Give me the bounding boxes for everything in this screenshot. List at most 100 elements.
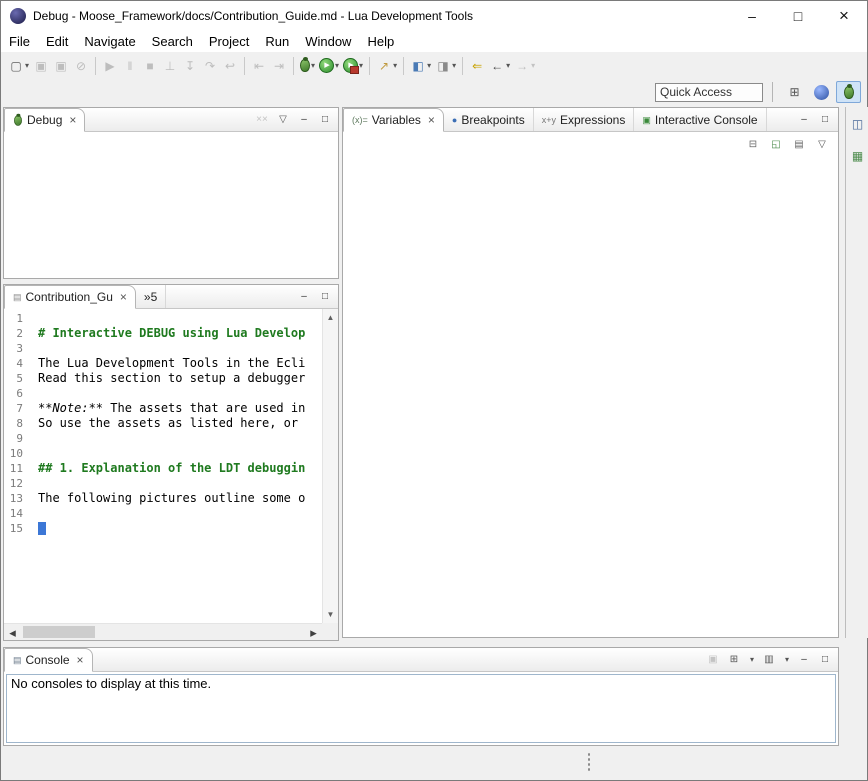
dropdown-arrow-icon[interactable]: ▾ bbox=[785, 655, 789, 664]
menu-help[interactable]: Help bbox=[359, 31, 402, 52]
new-lua-element-button[interactable]: ◧▾ bbox=[408, 55, 433, 77]
scroll-track[interactable] bbox=[21, 624, 305, 640]
scroll-right-icon[interactable]: ▸ bbox=[305, 625, 322, 640]
display-selected-console-button[interactable]: ▥ bbox=[763, 654, 775, 665]
remove-all-terminated-button[interactable]: ×× bbox=[256, 114, 268, 125]
disconnect-button[interactable]: ⊥ bbox=[160, 55, 180, 77]
dropdown-arrow-icon[interactable]: ▾ bbox=[506, 61, 510, 70]
editor-horizontal-scrollbar[interactable]: ◂ ▸ bbox=[4, 623, 322, 640]
variables-tab-breakpoints[interactable]: ●Breakpoints bbox=[444, 108, 534, 131]
close-icon[interactable]: × bbox=[77, 653, 84, 667]
minimize-button[interactable]: – bbox=[798, 654, 810, 665]
line-text[interactable] bbox=[32, 431, 38, 446]
maximize-button[interactable]: □ bbox=[319, 114, 331, 125]
quick-access-input[interactable]: Quick Access bbox=[655, 83, 763, 102]
resume-button[interactable]: ▶ bbox=[100, 55, 120, 77]
line-text[interactable] bbox=[32, 476, 38, 491]
minimize-button[interactable]: – bbox=[798, 114, 810, 125]
close-icon[interactable]: × bbox=[69, 113, 76, 127]
show-logical-structure-button[interactable]: ◱ bbox=[770, 139, 782, 150]
line-text[interactable] bbox=[32, 446, 38, 461]
dropdown-arrow-icon[interactable]: ▾ bbox=[531, 61, 535, 70]
line-text[interactable]: ## 1. Explanation of the LDT debuggin bbox=[32, 461, 305, 476]
collapse-all-button[interactable]: ⊟ bbox=[747, 139, 759, 150]
terminate-button[interactable]: ■ bbox=[140, 55, 160, 77]
close-icon[interactable]: × bbox=[428, 113, 435, 127]
dropdown-arrow-icon[interactable]: ▾ bbox=[359, 61, 363, 70]
drop-to-frame-button[interactable]: ⇤ bbox=[249, 55, 269, 77]
line-text[interactable] bbox=[32, 506, 38, 521]
dropdown-arrow-icon[interactable]: ▾ bbox=[452, 61, 456, 70]
dropdown-arrow-icon[interactable]: ▾ bbox=[427, 61, 431, 70]
external-tools-button[interactable]: ▶▾ bbox=[341, 55, 365, 77]
variables-tab-expressions[interactable]: x+yExpressions bbox=[534, 108, 635, 131]
editor-text-area[interactable]: 12# Interactive DEBUG using Lua Develop3… bbox=[4, 309, 322, 623]
line-text[interactable]: # Interactive DEBUG using Lua Develop bbox=[32, 326, 305, 341]
save-all-button[interactable]: ▣ bbox=[51, 55, 71, 77]
menu-run[interactable]: Run bbox=[257, 31, 297, 52]
dropdown-arrow-icon[interactable]: ▾ bbox=[25, 61, 29, 70]
open-perspective-button[interactable]: ⊞ bbox=[782, 81, 807, 103]
menu-window[interactable]: Window bbox=[297, 31, 359, 52]
maximize-button[interactable]: □ bbox=[819, 654, 831, 665]
maximize-button[interactable]: □ bbox=[819, 114, 831, 125]
forward-button[interactable]: →▾ bbox=[512, 55, 537, 77]
debug-perspective-button[interactable] bbox=[836, 81, 861, 103]
open-console-button[interactable]: ⊞ bbox=[728, 654, 740, 665]
dropdown-arrow-icon[interactable]: ▾ bbox=[750, 655, 754, 664]
line-text[interactable]: Read this section to setup a debugger bbox=[32, 371, 305, 386]
close-window-button[interactable]: × bbox=[821, 1, 867, 31]
line-text[interactable] bbox=[32, 341, 38, 356]
console-tab[interactable]: ▤ Console × bbox=[4, 648, 93, 672]
minimize-window-button[interactable]: – bbox=[729, 1, 775, 31]
save-button[interactable]: ▣ bbox=[31, 55, 51, 77]
outline-view-button[interactable]: ▦ bbox=[848, 146, 868, 166]
use-step-filters-button[interactable]: ⇥ bbox=[269, 55, 289, 77]
open-element-button[interactable]: ◨▾ bbox=[433, 55, 458, 77]
dropdown-arrow-icon[interactable]: ▾ bbox=[393, 61, 397, 70]
dropdown-arrow-icon[interactable]: ▾ bbox=[311, 61, 315, 70]
attach-debug-button[interactable]: ↗▾ bbox=[374, 55, 399, 77]
step-return-button[interactable]: ↩ bbox=[220, 55, 240, 77]
line-text[interactable] bbox=[32, 311, 38, 326]
restore-view-button[interactable]: ◫ bbox=[848, 114, 868, 134]
clear-console-button[interactable]: ▣ bbox=[707, 654, 719, 665]
line-text[interactable] bbox=[32, 386, 38, 401]
scroll-down-icon[interactable]: ▼ bbox=[327, 606, 335, 623]
new-wizard-button[interactable]: ▢▾ bbox=[6, 55, 31, 77]
minimize-button[interactable]: – bbox=[298, 291, 310, 302]
variables-tab-interactive-console[interactable]: ▣Interactive Console bbox=[634, 108, 766, 131]
view-menu-button[interactable]: ▽ bbox=[277, 114, 289, 125]
run-button[interactable]: ▶▾ bbox=[317, 55, 341, 77]
variables-tab-variables[interactable]: (x)=Variables× bbox=[343, 108, 444, 132]
editor-tab-5[interactable]: »5 bbox=[136, 285, 166, 308]
dropdown-arrow-icon[interactable]: ▾ bbox=[335, 61, 339, 70]
line-text[interactable]: So use the assets as listed here, or bbox=[32, 416, 305, 431]
line-text[interactable]: The following pictures outline some o bbox=[32, 491, 305, 506]
step-over-button[interactable]: ↷ bbox=[200, 55, 220, 77]
menu-project[interactable]: Project bbox=[201, 31, 257, 52]
lua-perspective-button[interactable] bbox=[809, 81, 834, 103]
editor-tab-contribution-gu[interactable]: ▤Contribution_Gu× bbox=[4, 285, 136, 309]
menu-search[interactable]: Search bbox=[144, 31, 201, 52]
scroll-up-icon[interactable]: ▲ bbox=[327, 309, 335, 326]
line-text[interactable]: The Lua Development Tools in the Ecli bbox=[32, 356, 305, 371]
scroll-left-icon[interactable]: ◂ bbox=[4, 625, 21, 640]
scroll-thumb[interactable] bbox=[23, 626, 95, 638]
editor-vertical-scrollbar[interactable]: ▲ ▼ bbox=[322, 309, 338, 623]
close-icon[interactable]: × bbox=[120, 290, 127, 304]
line-text[interactable]: **Note:** The assets that are used in bbox=[32, 401, 305, 416]
back-button[interactable]: ←▾ bbox=[487, 55, 512, 77]
layout-button[interactable]: ▤ bbox=[793, 139, 805, 150]
view-menu-button[interactable]: ▽ bbox=[816, 139, 828, 150]
skip-all-breakpoints-button[interactable]: ⊘ bbox=[71, 55, 91, 77]
sash-handle[interactable] bbox=[587, 752, 591, 771]
menu-navigate[interactable]: Navigate bbox=[76, 31, 143, 52]
step-into-button[interactable]: ↧ bbox=[180, 55, 200, 77]
last-edit-location-button[interactable]: ⇐ bbox=[467, 55, 487, 77]
debug-button[interactable]: ▾ bbox=[298, 55, 317, 77]
minimize-button[interactable]: – bbox=[298, 114, 310, 125]
line-text[interactable] bbox=[32, 521, 46, 536]
menu-file[interactable]: File bbox=[1, 31, 38, 52]
maximize-window-button[interactable]: □ bbox=[775, 1, 821, 31]
